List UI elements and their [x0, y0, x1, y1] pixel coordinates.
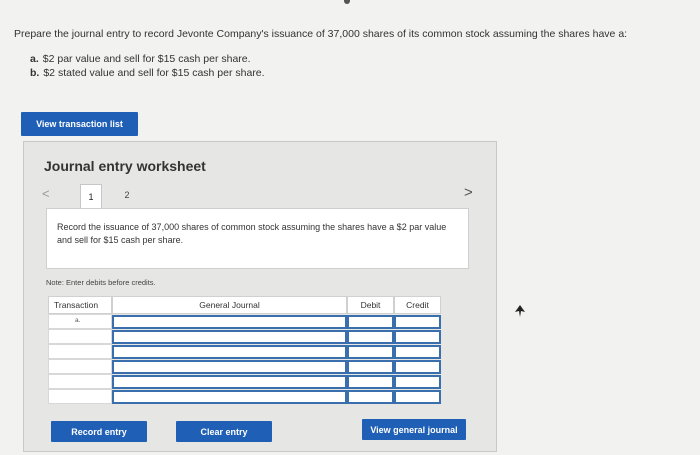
- debit-input[interactable]: [347, 345, 394, 359]
- table-row: [48, 359, 441, 374]
- header-transaction: Transaction: [48, 296, 112, 314]
- debit-input[interactable]: [347, 390, 394, 404]
- transaction-cell: [48, 389, 112, 404]
- header-general-journal: General Journal: [112, 296, 347, 314]
- journal-table-header: Transaction General Journal Debit Credit: [48, 296, 441, 314]
- mouse-cursor-icon: [515, 305, 525, 317]
- transaction-cell: a.: [48, 314, 112, 329]
- account-input[interactable]: [112, 390, 347, 404]
- transaction-cell: [48, 344, 112, 359]
- header-credit: Credit: [394, 296, 441, 314]
- credit-input[interactable]: [394, 360, 441, 374]
- transaction-cell: [48, 359, 112, 374]
- table-row: [48, 374, 441, 389]
- journal-table: Transaction General Journal Debit Credit…: [48, 296, 441, 404]
- debit-input[interactable]: [347, 315, 394, 329]
- debit-input[interactable]: [347, 375, 394, 389]
- header-debit: Debit: [347, 296, 394, 314]
- account-input[interactable]: [112, 315, 347, 329]
- top-indicator: [344, 0, 350, 4]
- question-text: Prepare the journal entry to record Jevo…: [14, 28, 628, 40]
- credit-input[interactable]: [394, 345, 441, 359]
- instruction-box: Record the issuance of 37,000 shares of …: [46, 208, 469, 269]
- account-input[interactable]: [112, 360, 347, 374]
- note-text: Note: Enter debits before credits.: [46, 278, 156, 287]
- account-input[interactable]: [112, 345, 347, 359]
- credit-input[interactable]: [394, 390, 441, 404]
- prev-arrow-icon[interactable]: <: [42, 186, 50, 201]
- worksheet-title: Journal entry worksheet: [44, 158, 206, 174]
- table-row: [48, 329, 441, 344]
- credit-input[interactable]: [394, 315, 441, 329]
- table-row: [48, 344, 441, 359]
- tab-1[interactable]: 1: [80, 184, 102, 208]
- table-row: a.: [48, 314, 441, 329]
- journal-entry-worksheet: Journal entry worksheet < 1 2 > Record t…: [23, 141, 497, 452]
- transaction-cell: [48, 329, 112, 344]
- next-arrow-icon[interactable]: >: [464, 184, 473, 201]
- view-general-journal-button[interactable]: View general journal: [362, 419, 466, 440]
- part-a-text: $2 par value and sell for $15 cash per s…: [42, 53, 251, 65]
- transaction-cell: [48, 374, 112, 389]
- debit-input[interactable]: [347, 360, 394, 374]
- account-input[interactable]: [112, 330, 347, 344]
- table-row: [48, 389, 441, 404]
- part-b-text: $2 stated value and sell for $15 cash pe…: [43, 67, 265, 79]
- part-b-label: b.: [30, 67, 40, 79]
- part-b: b. $2 stated value and sell for $15 cash …: [30, 66, 265, 80]
- clear-entry-button[interactable]: Clear entry: [176, 421, 272, 442]
- credit-input[interactable]: [394, 330, 441, 344]
- record-entry-button[interactable]: Record entry: [51, 421, 147, 442]
- question-parts: a. $2 par value and sell for $15 cash per…: [30, 52, 265, 80]
- tab-2[interactable]: 2: [116, 184, 138, 206]
- part-a: a. $2 par value and sell for $15 cash per…: [30, 52, 265, 66]
- credit-input[interactable]: [394, 375, 441, 389]
- part-a-label: a.: [30, 53, 39, 65]
- debit-input[interactable]: [347, 330, 394, 344]
- account-input[interactable]: [112, 375, 347, 389]
- view-transaction-list-button[interactable]: View transaction list: [21, 112, 138, 136]
